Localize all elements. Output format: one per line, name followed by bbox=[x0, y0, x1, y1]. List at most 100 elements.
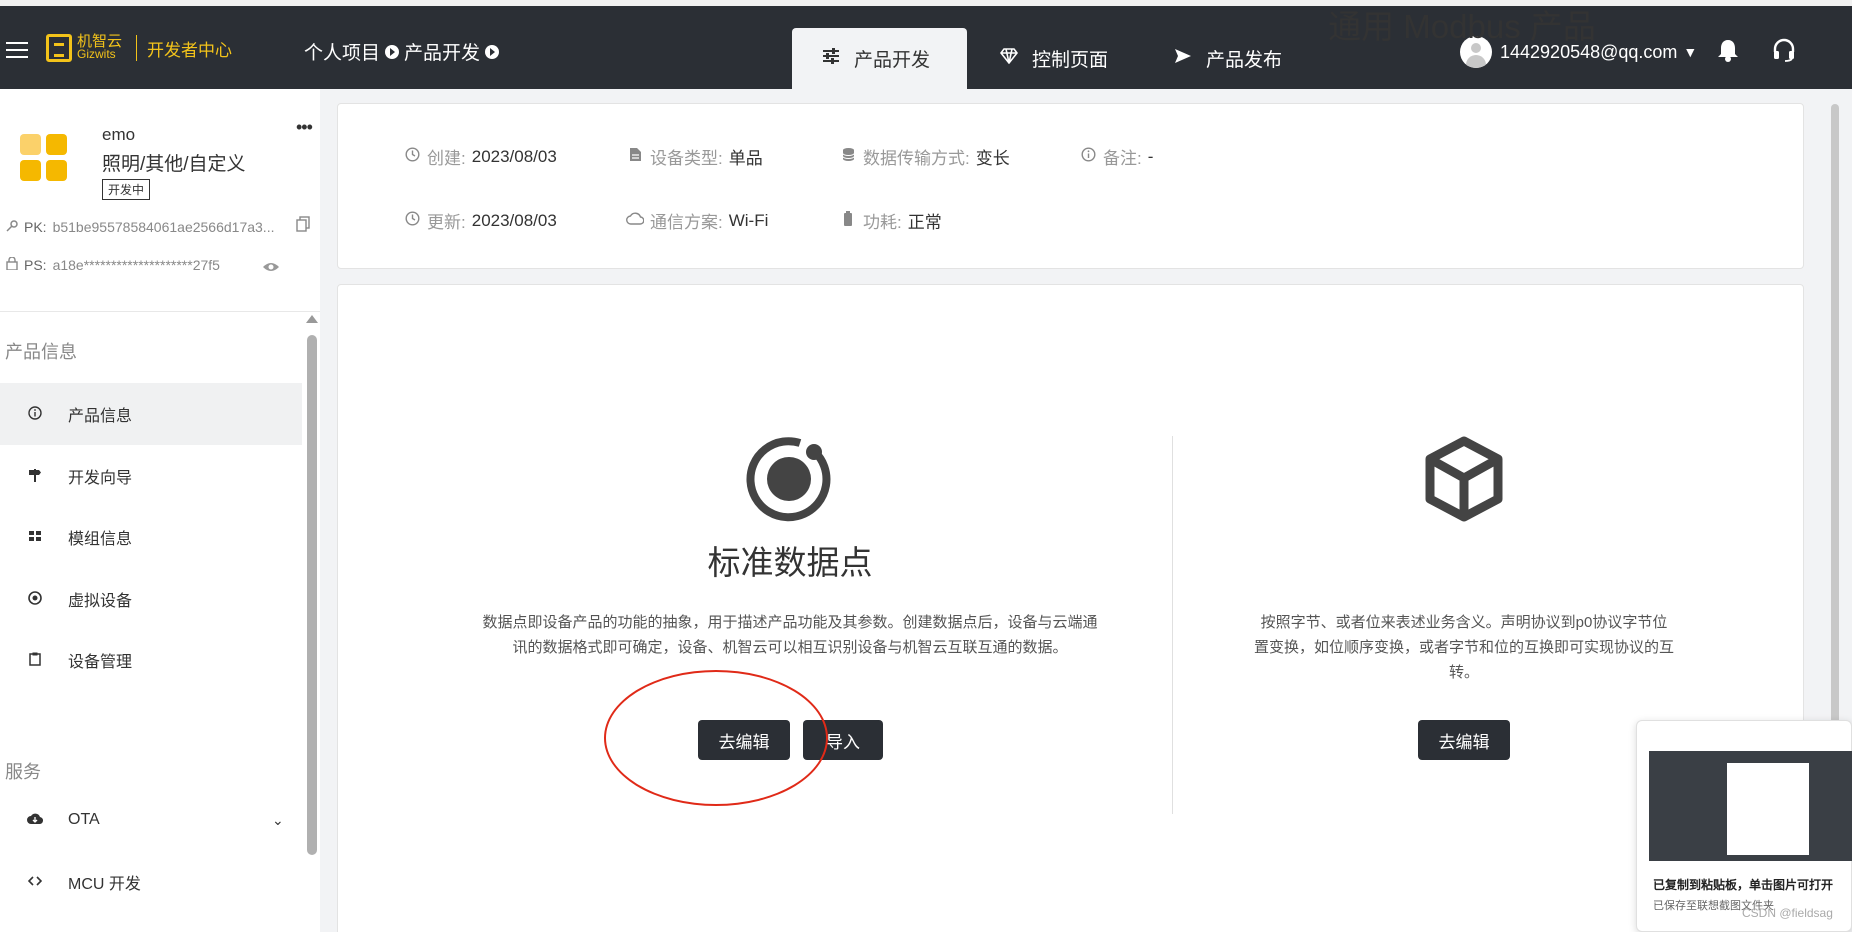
battery-icon bbox=[839, 211, 857, 230]
note-value: - bbox=[1147, 146, 1154, 166]
product-category: 照明/其他/自定义 bbox=[102, 154, 246, 175]
menu-icon[interactable] bbox=[6, 42, 28, 60]
power-label: 功耗: bbox=[863, 213, 902, 232]
clock-icon bbox=[403, 211, 421, 230]
sidebar-item-label: 虚拟设备 bbox=[68, 593, 133, 610]
power-value: 正常 bbox=[907, 213, 942, 232]
tab-product-dev[interactable]: 产品开发 bbox=[792, 28, 967, 89]
screenshot-toast[interactable]: 已复制到粘贴板，单击图片可打开 已保存至联想截图文件夹 bbox=[1636, 720, 1852, 932]
status-badge: 开发中 bbox=[102, 179, 151, 200]
gizwits-logo[interactable]: 机智云 Gizwits 开发者中心 bbox=[46, 34, 232, 62]
developer-center-label: 开发者中心 bbox=[147, 40, 233, 60]
sidebar-item-label: MCU 开发 bbox=[68, 876, 141, 893]
watermark: CSDN @fieldsag bbox=[1742, 906, 1833, 920]
virtual-device-icon bbox=[26, 590, 44, 608]
comm-info: 通信方案: Wi-Fi bbox=[626, 208, 768, 233]
ps-value: a18e********************27f5 bbox=[52, 257, 220, 273]
created-value: 2023/08/03 bbox=[471, 146, 557, 166]
breadcrumb-arrow-icon bbox=[485, 44, 500, 59]
breadcrumb-product-dev[interactable]: 产品开发 bbox=[404, 38, 480, 65]
product-info-card bbox=[337, 103, 1804, 269]
modbus-desc: 按照字节、或者位来表述业务含义。声明协议到p0协议字节位置变换，如位顺序变换，或… bbox=[1254, 614, 1675, 681]
sidebar-item-label: 产品信息 bbox=[68, 408, 133, 425]
scroll-up-arrow-icon[interactable] bbox=[306, 315, 318, 323]
chevron-down-icon: ⌄ bbox=[272, 811, 284, 828]
logo-divider bbox=[136, 35, 138, 61]
datapoint-options-card bbox=[337, 284, 1804, 932]
section-title-services: 服务 bbox=[5, 762, 41, 782]
gizwits-logo-mark bbox=[46, 34, 72, 62]
database-icon bbox=[839, 147, 857, 166]
column-divider bbox=[1172, 436, 1173, 814]
breadcrumb: 个人项目 产品开发 bbox=[304, 38, 504, 65]
sidebar-item-product-info[interactable]: 产品信息 bbox=[0, 383, 302, 445]
transfer-label: 数据传输方式: bbox=[863, 149, 970, 168]
clipboard-icon bbox=[26, 652, 44, 669]
grid-icon bbox=[26, 529, 44, 546]
page-scrollbar-thumb[interactable] bbox=[1831, 104, 1839, 794]
sidebar-item-label: 设备管理 bbox=[68, 654, 133, 671]
headset-icon[interactable] bbox=[1772, 38, 1796, 62]
pk-value: b51be95578584061ae2566d17a3... bbox=[52, 219, 275, 235]
standard-datapoint-desc: 数据点即设备产品的功能的抽象，用于描述产品功能及其参数。创建数据点后，设备与云端… bbox=[482, 614, 1098, 656]
section-title-product-info: 产品信息 bbox=[5, 342, 77, 362]
pk-label: PK: bbox=[24, 219, 47, 235]
more-options-icon[interactable]: ••• bbox=[296, 117, 313, 138]
tab-control-page[interactable]: 控制页面 bbox=[999, 28, 1109, 89]
product-name: emo bbox=[102, 125, 136, 144]
info-icon bbox=[26, 405, 44, 423]
product-key-row: PK: b51be95578584061ae2566d17a3... bbox=[6, 219, 274, 235]
ionic-icon bbox=[742, 432, 836, 526]
standard-datapoint-title: 标准数据点 bbox=[707, 544, 873, 581]
power-info: 功耗: 正常 bbox=[839, 208, 942, 233]
sidebar-item-module-info[interactable]: 模组信息 bbox=[0, 506, 302, 568]
sidebar-item-device-management[interactable]: 设备管理 bbox=[0, 629, 302, 691]
signpost-icon bbox=[26, 468, 44, 485]
breadcrumb-personal-projects[interactable]: 个人项目 bbox=[304, 38, 380, 65]
code-icon bbox=[26, 874, 44, 891]
tab-control-page-label: 控制页面 bbox=[1032, 50, 1109, 71]
sidebar-item-virtual-device[interactable]: 虚拟设备 bbox=[0, 568, 302, 630]
lock-icon bbox=[6, 256, 18, 273]
screenshot-thumbnail[interactable] bbox=[1649, 751, 1852, 861]
import-button[interactable]: 导入 bbox=[803, 720, 883, 760]
created-info: 创建: 2023/08/03 bbox=[403, 144, 557, 169]
clock-icon bbox=[403, 147, 421, 166]
modbus-title: 通用 Modbus 产品 bbox=[1328, 8, 1596, 45]
caret-down-icon: ▼ bbox=[1683, 44, 1698, 60]
device-type-info: 设备类型: 单品 bbox=[626, 144, 763, 169]
created-label: 创建: bbox=[427, 149, 466, 168]
divider bbox=[0, 311, 320, 312]
diamond-icon bbox=[999, 48, 1019, 69]
ps-label: PS: bbox=[24, 257, 47, 273]
sliders-icon bbox=[822, 48, 840, 69]
updated-label: 更新: bbox=[427, 213, 466, 232]
bell-icon[interactable] bbox=[1717, 38, 1739, 68]
info-icon bbox=[1079, 147, 1097, 166]
sidebar-item-label: OTA bbox=[68, 811, 100, 828]
cloud-icon bbox=[626, 212, 645, 229]
comm-value: Wi-Fi bbox=[728, 210, 769, 230]
device-type-label: 设备类型: bbox=[650, 149, 723, 168]
transfer-value: 变长 bbox=[975, 149, 1010, 168]
sidebar-item-label: 模组信息 bbox=[68, 531, 133, 548]
tab-product-dev-label: 产品开发 bbox=[854, 50, 931, 71]
sidebar-item-mcu-dev[interactable]: MCU 开发 bbox=[0, 851, 302, 913]
breadcrumb-arrow-icon bbox=[385, 44, 400, 59]
copy-icon[interactable] bbox=[296, 216, 310, 236]
logo-en-text: Gizwits bbox=[77, 47, 116, 61]
sidebar-scrollbar[interactable] bbox=[307, 335, 317, 855]
sidebar-item-ota[interactable]: OTA ⌄ bbox=[0, 789, 302, 851]
send-icon bbox=[1174, 48, 1192, 69]
sidebar-item-dev-guide[interactable]: 开发向导 bbox=[0, 445, 302, 507]
note-info: 备注: - bbox=[1079, 144, 1153, 169]
modbus-edit-button[interactable]: 去编辑 bbox=[1418, 720, 1510, 760]
comm-label: 通信方案: bbox=[650, 213, 723, 232]
sidebar-item-label: 开发向导 bbox=[68, 470, 133, 487]
standard-edit-button[interactable]: 去编辑 bbox=[698, 720, 790, 760]
document-icon bbox=[626, 147, 644, 166]
eye-icon[interactable] bbox=[262, 260, 280, 277]
cloud-download-icon bbox=[26, 812, 44, 829]
cube-icon bbox=[1422, 435, 1506, 523]
product-secret-row: PS: a18e********************27f5 bbox=[6, 256, 220, 273]
